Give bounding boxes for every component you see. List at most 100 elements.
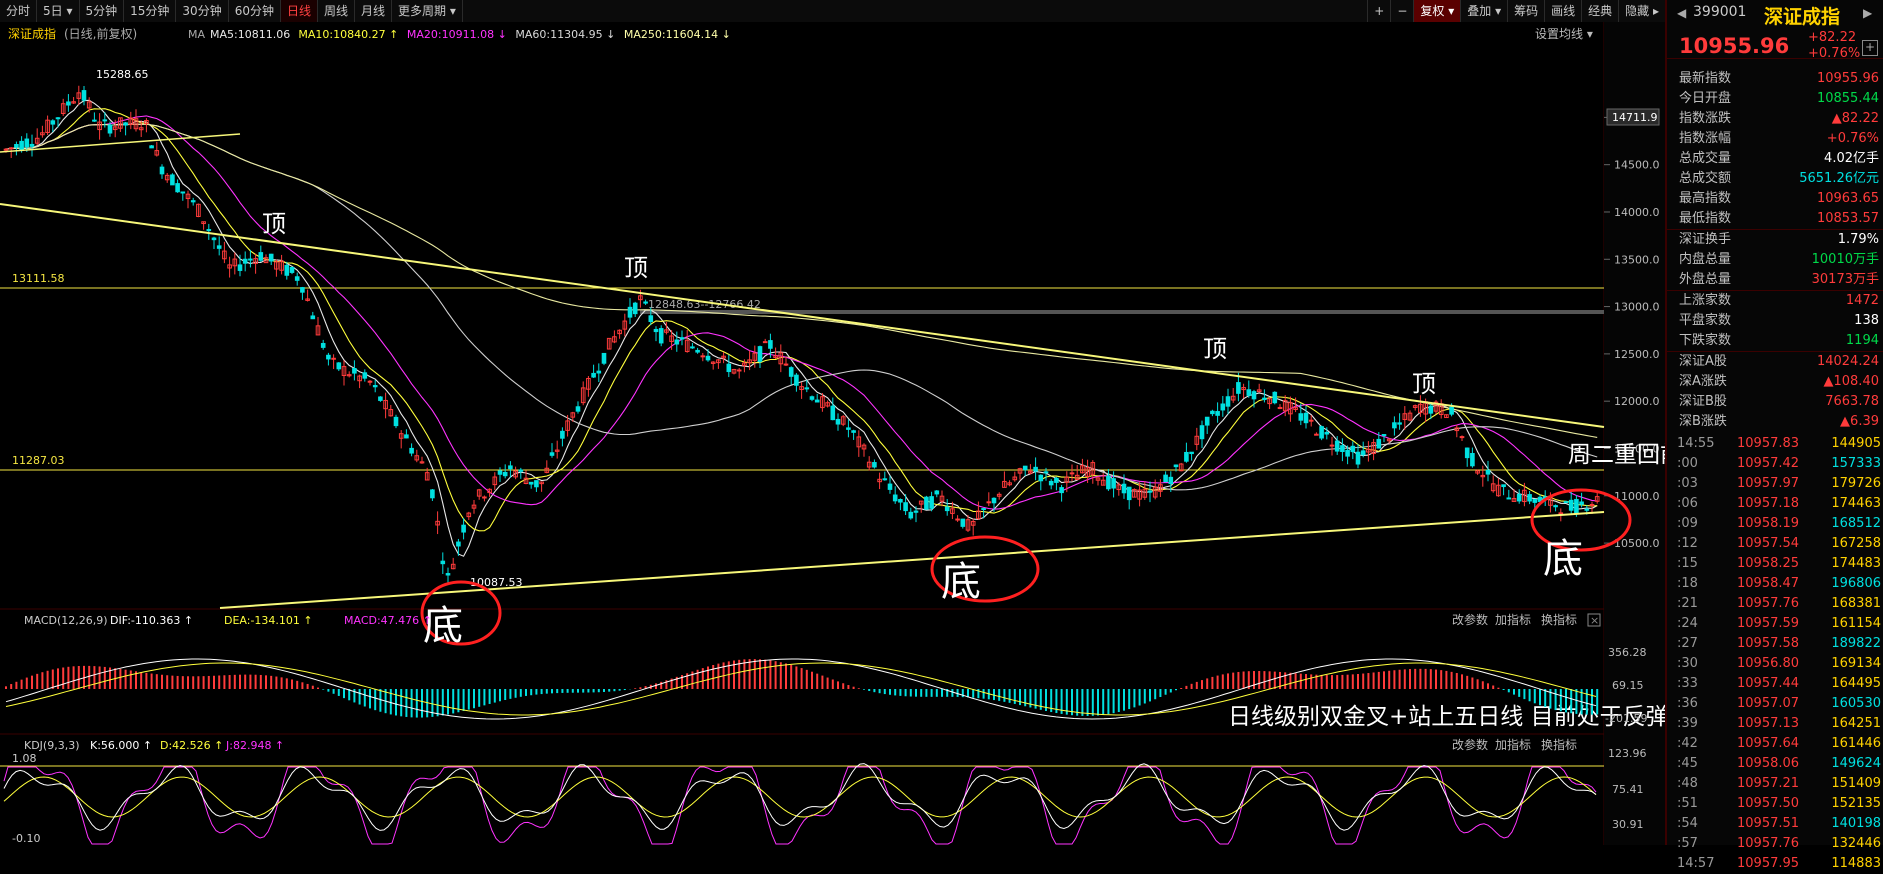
change-pct: +0.76% — [1808, 46, 1861, 61]
tick-price: 10957.21 — [1737, 776, 1800, 791]
toolbar-button-1[interactable]: − — [1390, 0, 1413, 22]
quote-value-17: ▲6.39 — [1840, 414, 1879, 429]
quote-label-4: 总成交量 — [1679, 151, 1732, 166]
candle-body-291 — [1516, 493, 1522, 502]
tick-price: 10957.64 — [1737, 736, 1800, 751]
add-icon[interactable]: + — [1862, 40, 1878, 56]
ma-legend-item-1: MA10:10840.27 ↑ — [298, 28, 398, 41]
candle-body-178 — [929, 496, 934, 509]
tick-price: 10957.76 — [1737, 836, 1800, 851]
next-arrow-icon[interactable]: ▶ — [1863, 6, 1872, 20]
tick-price: 10957.51 — [1737, 816, 1800, 831]
chart-title: 深证成指 — [8, 26, 56, 41]
note-golden-cross: 日线级别双金叉+站上五日线 目前处于反弹中 — [1228, 704, 1665, 730]
candle-body-123 — [643, 301, 648, 304]
tick-list[interactable]: 14:55 10957.83 144905:00 10957.42 157333:03 1… — [1667, 434, 1883, 874]
tick-volume: 152135 — [1831, 796, 1881, 811]
macd-axis-mid: 69.15 — [1612, 679, 1644, 692]
tick-row-18: :51 10957.50 152135 — [1667, 794, 1883, 814]
toolbar-button-5[interactable]: 画线 — [1544, 0, 1581, 22]
kdj-switch-indicator-button[interactable]: 换指标 — [1541, 737, 1577, 752]
candle-body-75 — [393, 416, 399, 427]
tick-price: 10958.47 — [1737, 576, 1800, 591]
ma-setting-button[interactable]: 设置均线 ▾ — [1535, 27, 1593, 41]
quote-value-9: 10010万手 — [1811, 252, 1879, 267]
candle-body-289 — [1506, 497, 1512, 500]
candle-body-173 — [903, 502, 908, 512]
period-tab-3[interactable]: 15分钟 — [124, 0, 177, 22]
quote-row-9: 内盘总量 10010万手 — [1667, 250, 1883, 270]
period-tab-7[interactable]: 周线 — [318, 0, 356, 22]
candle-body-170 — [887, 483, 893, 490]
period-tab-5[interactable]: 60分钟 — [229, 0, 281, 22]
candle-body-201 — [1048, 480, 1054, 486]
candle-body-125 — [653, 328, 659, 333]
toolbar-button-0[interactable]: + — [1367, 0, 1390, 22]
macd-dea: DEA:-134.101 ↑ — [224, 614, 313, 627]
toolbar-button-6[interactable]: 经典 — [1581, 0, 1618, 22]
period-tab-8[interactable]: 月线 — [355, 0, 393, 22]
candle-body-77 — [404, 434, 409, 439]
candle-body-105 — [549, 452, 555, 456]
candle-body-239 — [1246, 389, 1252, 396]
candle-body-215 — [1121, 483, 1127, 494]
quote-row-11: 上涨家数 1472 — [1667, 291, 1883, 311]
candle-body-154 — [804, 387, 810, 390]
tick-time: :09 — [1677, 516, 1698, 531]
toolbar-button-4[interactable]: 筹码 — [1507, 0, 1544, 22]
quote-row-10: 外盘总量 30173万手 — [1667, 270, 1883, 291]
candle-body-172 — [898, 498, 903, 503]
period-tab-0[interactable]: 分时 — [0, 0, 38, 22]
macd-add-indicator-button[interactable]: 加指标 — [1495, 612, 1531, 627]
kdj-add-indicator-button[interactable]: 加指标 — [1495, 737, 1531, 752]
tick-price: 10957.95 — [1737, 856, 1800, 871]
period-tab-6[interactable]: 日线 — [280, 0, 318, 22]
tick-time: 14:55 — [1677, 436, 1715, 451]
quote-row-13: 下跌家数 1194 — [1667, 331, 1883, 352]
period-tab-2[interactable]: 5分钟 — [80, 0, 125, 22]
period-tab-1[interactable]: 5日 ▾ — [37, 0, 80, 22]
candle-body-205 — [1069, 472, 1075, 475]
toolbar-right: + − 复权 ▾ 叠加 ▾ 筹码 画线 经典 隐藏 ▸ — [1367, 0, 1665, 22]
quote-label-14: 深证A股 — [1679, 354, 1727, 369]
candle-body-49 — [258, 252, 264, 261]
kdj-change-params-button[interactable]: 改参数 — [1452, 737, 1488, 752]
candle-body-151 — [788, 367, 794, 377]
quote-label-8: 深证换手 — [1679, 232, 1732, 247]
quote-value-8: 1.79% — [1837, 232, 1879, 247]
macd-axis-bottom: -201.59 — [1605, 712, 1647, 725]
quote-value-14: 14024.24 — [1816, 354, 1879, 369]
candle-body-298 — [1553, 505, 1558, 508]
quote-value-15: ▲108.40 — [1823, 374, 1880, 389]
candle-body-228 — [1189, 451, 1194, 455]
candle-body-227 — [1184, 451, 1189, 462]
candle-body-19 — [102, 119, 108, 122]
chart-area[interactable]: 深证成指 (日线,前复权) MA MA5:10811.06 MA10:10840.… — [0, 22, 1798, 845]
toolbar-button-2[interactable]: 复权 ▾ — [1413, 0, 1461, 22]
tick-time: :06 — [1677, 496, 1698, 511]
candle-body-163 — [851, 430, 856, 433]
candle-body-288 — [1501, 484, 1506, 488]
candle-body-72 — [378, 396, 383, 401]
candle-body-40 — [211, 237, 217, 241]
toolbar-button-7[interactable]: 隐藏 ▸ — [1618, 0, 1665, 22]
prev-arrow-icon[interactable]: ◀ — [1677, 6, 1686, 20]
tick-time: :03 — [1677, 476, 1698, 491]
toolbar-button-3[interactable]: 叠加 ▾ — [1460, 0, 1507, 22]
tick-row-15: :42 10957.64 161446 — [1667, 734, 1883, 754]
candle-body-212 — [1106, 475, 1111, 490]
tick-row-13: :36 10957.07 160530 — [1667, 694, 1883, 714]
kline-chart[interactable]: 深证成指 (日线,前复权) MA MA5:10811.06 MA10:10840.… — [0, 22, 1798, 845]
kdj-axis-top: 123.96 — [1608, 747, 1647, 760]
candle-body-281 — [1464, 447, 1470, 459]
period-tab-9[interactable]: 更多周期 ▾ — [392, 0, 463, 22]
macd-switch-indicator-button[interactable]: 换指标 — [1541, 612, 1577, 627]
cursor-price-label: 14711.9 — [1612, 111, 1658, 124]
macd-change-params-button[interactable]: 改参数 — [1452, 612, 1488, 627]
candle-body-46 — [242, 258, 248, 264]
candle-body-249 — [1298, 413, 1304, 421]
candle-body-302 — [1574, 498, 1579, 515]
period-tab-4[interactable]: 30分钟 — [176, 0, 229, 22]
tick-volume: 132446 — [1831, 836, 1881, 851]
tick-time: :33 — [1677, 676, 1698, 691]
